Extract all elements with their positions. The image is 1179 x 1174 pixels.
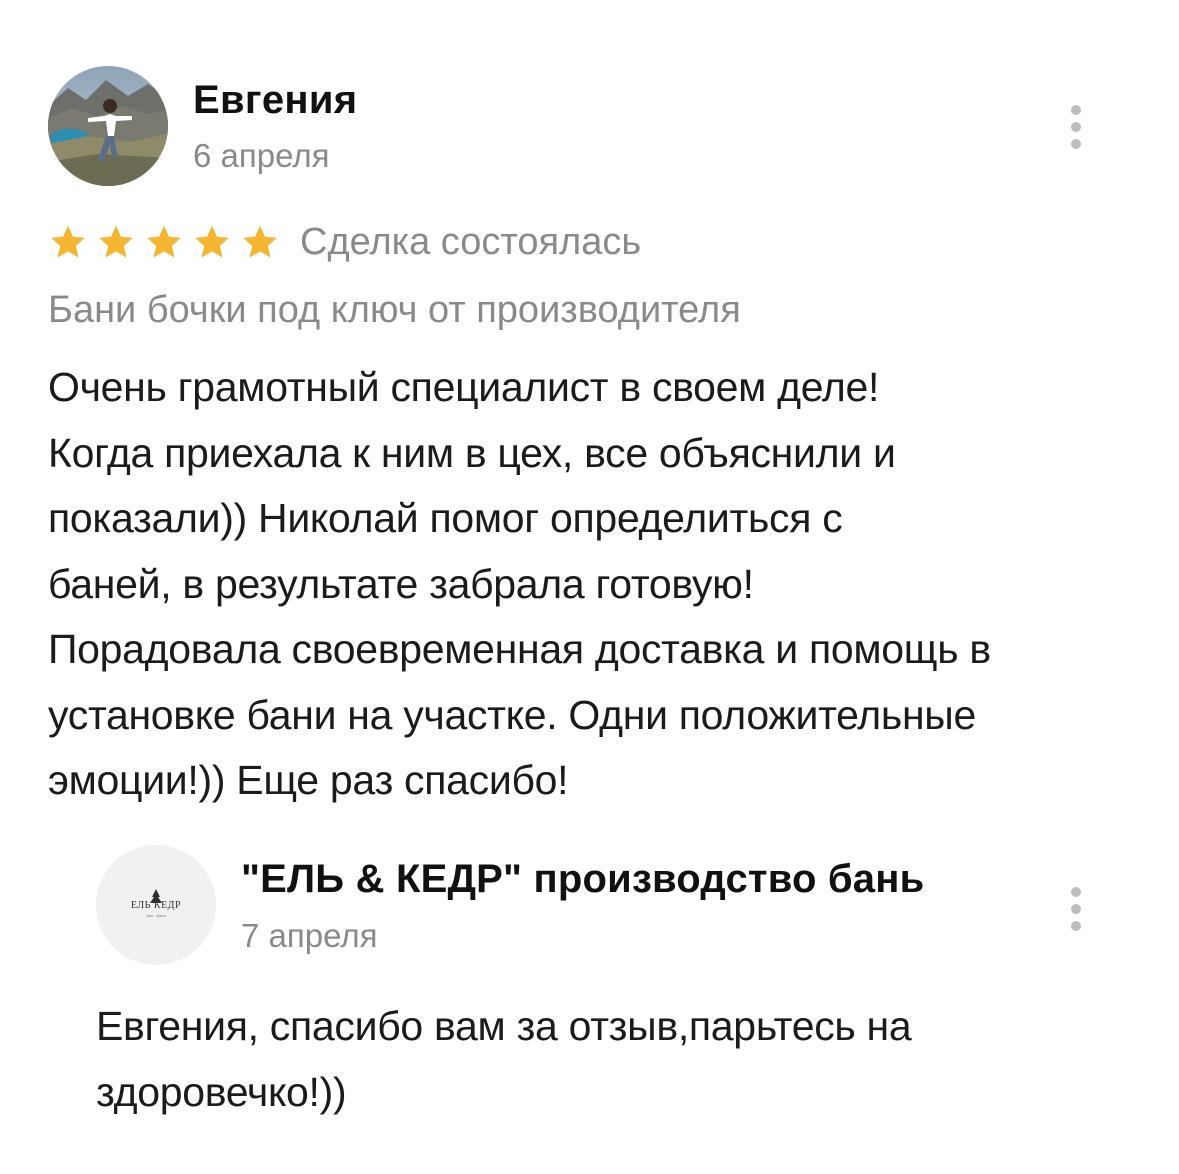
star-rating (48, 222, 280, 262)
review-more-button[interactable] (1066, 105, 1086, 149)
rating-row: Сделка состоялась (48, 216, 641, 268)
logo-subtext: Эко · Бани (146, 913, 166, 918)
star-icon (195, 225, 229, 258)
review-text: Очень грамотный специалист в своем деле!… (48, 355, 1143, 814)
kebab-menu-icon (1071, 122, 1081, 132)
star-icon (243, 225, 277, 258)
deal-status-label: Сделка состоялась (300, 221, 642, 263)
service-name[interactable]: Бани бочки под ключ от производителя (48, 284, 741, 336)
review-text-line: Очень грамотный специалист в своем деле! (48, 364, 880, 410)
star-icon (147, 225, 181, 258)
star-icon (51, 225, 85, 258)
review-author-name[interactable]: Евгения (193, 74, 357, 126)
review-text-line: показали)) Николай помог определиться с (48, 495, 843, 541)
kebab-menu-icon (1071, 904, 1081, 914)
review-text-line: Порадовала своевременная доставка и помо… (48, 626, 991, 672)
kebab-menu-icon (1071, 887, 1081, 897)
review-date: 6 апреля (193, 137, 330, 174)
review-text-line: баней, в результате забрала готовую! (48, 560, 754, 607)
reviewer-avatar[interactable] (48, 66, 168, 186)
star-icon (99, 225, 133, 258)
review-text-line: Когда приехала к ним в цех, все объяснил… (48, 429, 896, 476)
kebab-menu-icon (1071, 139, 1081, 149)
reply-author-name[interactable]: "ЕЛЬ & КЕДР" производство бань (241, 853, 924, 905)
review-text-line: установке бани на участке. Одни положите… (48, 691, 976, 738)
company-logo-avatar[interactable]: ЕЛЬ КЕДР Эко · Бани (96, 845, 216, 965)
kebab-menu-icon (1071, 921, 1081, 931)
kebab-menu-icon (1071, 105, 1081, 115)
reply-more-button[interactable] (1066, 887, 1086, 931)
reply-text-line: здоровечко!)) (96, 1068, 347, 1115)
reply-text: Евгения, спасибо вам за отзыв,парьтесь н… (96, 994, 1096, 1125)
reply-text-line: Евгения, спасибо вам за отзыв,парьтесь н… (96, 1003, 912, 1049)
review-text-line: эмоции!)) Еще раз спасибо! (48, 757, 569, 803)
reply-date: 7 апреля (241, 917, 378, 954)
avatar-photo (48, 66, 168, 186)
company-logo: ЕЛЬ КЕДР Эко · Бани (96, 845, 216, 965)
